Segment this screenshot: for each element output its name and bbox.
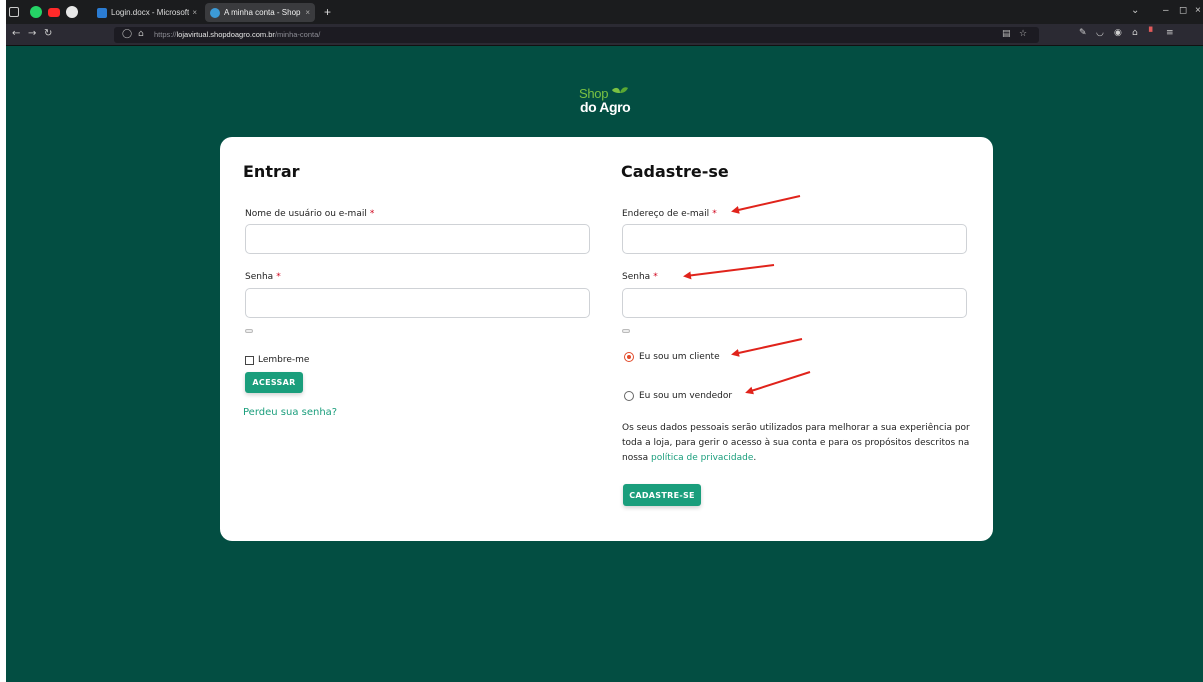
reload-icon[interactable]: ↻ xyxy=(44,28,52,39)
close-icon[interactable]: × xyxy=(192,8,197,17)
tab-list-icon[interactable]: ⌄ xyxy=(1131,5,1139,16)
register-password-input[interactable] xyxy=(622,288,967,318)
register-button[interactable]: CADASTRE-SE xyxy=(623,484,701,506)
password-input[interactable] xyxy=(245,288,590,318)
register-password-label: Senha * xyxy=(622,272,658,282)
username-input[interactable] xyxy=(245,224,590,254)
required-mark: * xyxy=(653,272,658,282)
register-password-label-text: Senha xyxy=(622,272,651,282)
username-label: Nome de usuário ou e-mail * xyxy=(245,209,374,219)
register-title: Cadastre-se xyxy=(621,162,729,181)
close-window-icon[interactable]: × xyxy=(1195,5,1201,16)
menu-icon[interactable]: ≡ xyxy=(1166,28,1174,38)
pocket-icon[interactable]: ◡ xyxy=(1096,28,1104,38)
leaf-icon xyxy=(612,87,628,93)
page-content: Shop do Agro Entrar Nome de usuário ou e… xyxy=(6,46,1203,682)
url-host: lojavirtual.shopdoagro.com.br xyxy=(176,30,275,39)
privacy-policy-link[interactable]: política de privacidade xyxy=(651,453,753,463)
login-title: Entrar xyxy=(243,162,300,181)
browser-tab-bar: Login.docx - Microsoft W × A minha conta… xyxy=(6,0,1203,24)
role-client-radio[interactable] xyxy=(624,352,634,362)
back-icon[interactable]: ← xyxy=(12,28,20,39)
role-client-row: Eu sou um cliente xyxy=(624,352,720,362)
whatsapp-icon[interactable] xyxy=(30,6,42,18)
remember-me-label: Lembre-me xyxy=(258,355,310,365)
account-card: Entrar Nome de usuário ou e-mail * Senha *… xyxy=(220,137,993,541)
remember-me-checkbox[interactable] xyxy=(245,355,254,365)
remember-me-row: Lembre-me xyxy=(245,355,309,365)
role-vendor-radio[interactable] xyxy=(624,391,634,401)
privacy-end: . xyxy=(753,453,757,463)
role-client-label: Eu sou um cliente xyxy=(639,352,720,362)
role-vendor-row: Eu sou um vendedor xyxy=(624,391,732,401)
logo-line2: do Agro xyxy=(580,99,631,115)
tab-title: Login.docx - Microsoft W xyxy=(111,8,190,17)
minimize-icon[interactable]: – xyxy=(1163,5,1169,16)
lock-icon[interactable]: ⌂ xyxy=(138,29,144,39)
role-vendor-label: Eu sou um vendedor xyxy=(639,391,733,401)
browser-nav-bar: ← → ↻ ◯ ⌂ https://lojavirtual.shopdoagro… xyxy=(6,24,1203,46)
show-password-toggle[interactable] xyxy=(622,329,630,333)
tracking-protection-icon[interactable]: ◯ xyxy=(122,29,132,39)
youtube-icon[interactable] xyxy=(48,8,60,17)
url-text: https://lojavirtual.shopdoagro.com.br/mi… xyxy=(154,30,320,39)
url-prefix: https:// xyxy=(154,30,177,39)
forward-icon[interactable]: → xyxy=(28,28,36,39)
password-label: Senha * xyxy=(245,272,281,282)
register-email-input[interactable] xyxy=(622,224,967,254)
required-mark: * xyxy=(712,209,717,219)
tab-minha-conta[interactable]: A minha conta - Shop do × xyxy=(205,3,315,22)
address-bar[interactable]: ◯ ⌂ https://lojavirtual.shopdoagro.com.b… xyxy=(114,27,1039,43)
email-label: Endereço de e-mail * xyxy=(622,209,717,219)
tab-overview-icon[interactable] xyxy=(9,7,19,17)
wordpress-icon xyxy=(210,7,220,18)
reader-view-icon[interactable]: ▤ xyxy=(1002,29,1011,39)
bookmark-star-icon[interactable]: ☆ xyxy=(1019,29,1027,39)
privacy-notice: Os seus dados pessoais serão utilizados … xyxy=(622,421,972,466)
username-label-text: Nome de usuário ou e-mail xyxy=(245,209,367,219)
close-icon[interactable]: × xyxy=(305,8,310,17)
url-path: /minha-conta/ xyxy=(274,30,321,39)
account-icon[interactable]: ◉ xyxy=(1114,28,1122,38)
home-icon[interactable]: ⌂ xyxy=(1132,28,1138,38)
new-tab-button[interactable]: + xyxy=(324,5,331,19)
pinned-app-icon[interactable] xyxy=(66,6,78,18)
shop-do-agro-logo[interactable]: Shop do Agro xyxy=(579,86,659,120)
password-label-text: Senha xyxy=(245,272,274,282)
required-mark: * xyxy=(369,209,375,219)
login-button[interactable]: ACESSAR xyxy=(245,372,303,393)
tab-login-docx[interactable]: Login.docx - Microsoft W × xyxy=(92,3,202,22)
required-mark: * xyxy=(276,272,281,282)
screen: Login.docx - Microsoft W × A minha conta… xyxy=(6,0,1203,682)
word-icon xyxy=(97,7,107,18)
email-label-text: Endereço de e-mail xyxy=(622,209,710,219)
extension-tool-icon[interactable]: ✎ xyxy=(1079,28,1087,38)
tab-title: A minha conta - Shop do xyxy=(224,8,302,17)
lost-password-link[interactable]: Perdeu sua senha? xyxy=(243,407,337,418)
show-password-toggle[interactable] xyxy=(245,329,253,333)
extension-icon[interactable]: ▘ xyxy=(1149,28,1156,38)
maximize-icon[interactable]: ◻ xyxy=(1179,5,1187,16)
